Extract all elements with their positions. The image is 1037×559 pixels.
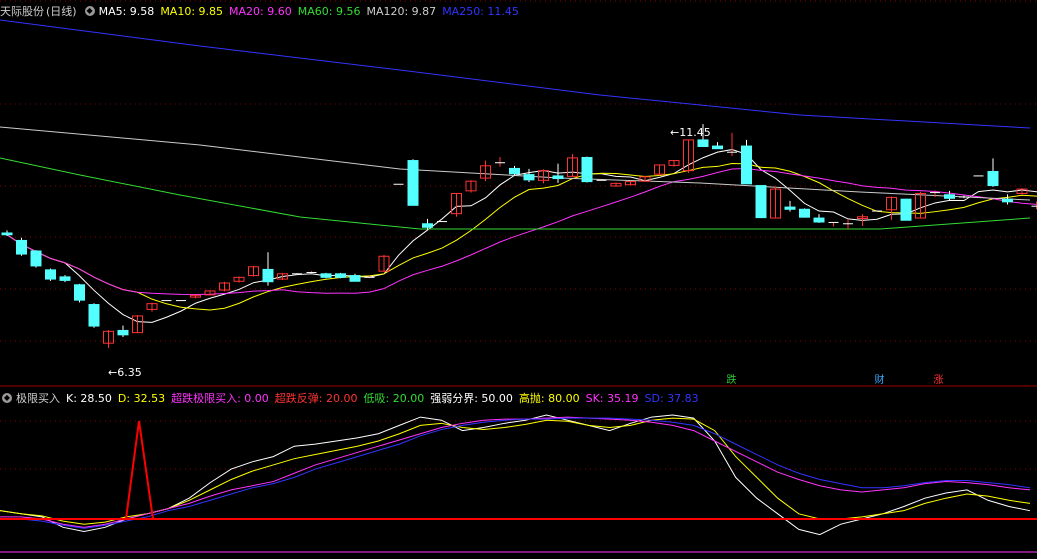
indicator-legend-item: D: 32.53 (117, 392, 166, 405)
indicator-legend-item: 高抛: 80.00 (518, 392, 580, 405)
candle-body (30, 250, 42, 267)
candle-body (509, 167, 520, 175)
candle-body (944, 194, 955, 199)
candle-body (335, 273, 346, 278)
candle-body (320, 273, 332, 278)
candle-body (407, 160, 419, 206)
k-line (0, 414, 1031, 536)
stock-period[interactable]: (日线) (46, 3, 77, 19)
event-tag[interactable]: 财 (873, 374, 886, 387)
ma-legend-item: MA20: 9.60 (229, 4, 292, 18)
ma-legend-item: MA120: 9.87 (366, 4, 437, 18)
candle-body (262, 268, 274, 283)
candle-body (117, 329, 129, 336)
candle-body (813, 217, 825, 223)
indicator-lines (0, 414, 1037, 536)
indicator-legend-item: 超跌极限买入: 0.00 (171, 392, 269, 405)
ma20-line (6, 168, 1037, 295)
indicator-legend-item: SK: 35.19 (585, 392, 639, 405)
candle-body (755, 185, 767, 219)
ma-legend: MA5: 9.58 MA10: 9.85 MA20: 9.60 MA60: 9.56 M… (99, 5, 525, 18)
sk-line (0, 416, 1031, 528)
indicator-legend-item: 超跌反弹: 20.00 (274, 392, 358, 405)
candle-body (1002, 198, 1013, 203)
ma120-line (0, 126, 1031, 201)
indicator-legend-item: 强弱分界: 50.00 (430, 392, 513, 405)
candle-body (712, 145, 723, 150)
candle-body (59, 276, 71, 281)
ma-legend-item: MA5: 9.58 (98, 4, 155, 18)
settings-icon[interactable]: ◆ (84, 6, 95, 16)
ma-legend-item: MA250: 11.45 (442, 4, 519, 18)
settings-icon[interactable]: ◆ (2, 393, 12, 403)
indicator-legend-item: K: 28.50 (66, 392, 112, 405)
ma250-line (0, 19, 1031, 129)
indicator-name[interactable]: 极限买入 (16, 390, 60, 406)
candle-body (88, 304, 100, 327)
candle-body (74, 284, 85, 301)
indicator-legend: K: 28.50 D: 32.53 超跌极限买入: 0.00 超跌反弹: 20.00 低… (66, 390, 705, 406)
stock-chart[interactable]: ←11.45 ←6.35 (0, 0, 1037, 559)
candle-body (45, 269, 56, 280)
d-line (0, 417, 1031, 525)
candle-body (799, 208, 810, 218)
ma-legend-item: MA10: 9.85 (160, 4, 224, 18)
candle-body (552, 175, 564, 180)
high-price-label: ←11.45 (670, 126, 711, 139)
ma10-line (6, 162, 1037, 311)
price-panel-header: 天际股份 (日线) ◆ MA5: 9.58 MA10: 9.85 MA20: 9.6… (0, 2, 525, 20)
grid-lines (0, 0, 1037, 553)
stock-name[interactable]: 天际股份 (0, 3, 44, 19)
candle-body (349, 275, 361, 282)
indicator-legend-item: 低吸: 20.00 (363, 392, 425, 405)
candle-body (697, 139, 709, 147)
candle-body (741, 145, 752, 185)
candle-body (987, 171, 999, 187)
indicator-legend-item: SD: 37.83 (644, 392, 699, 405)
event-tag[interactable]: 跌 (725, 374, 738, 387)
candle-body (581, 156, 593, 183)
candle-body (422, 223, 433, 228)
event-tag[interactable]: 涨 (932, 374, 945, 387)
candle-body (784, 206, 796, 210)
candle-body (16, 239, 27, 255)
low-price-label: ←6.35 (108, 366, 142, 379)
ma-legend-item: MA60: 9.56 (297, 4, 361, 18)
indicator-panel-header: ◆ 极限买入 K: 28.50 D: 32.53 超跌极限买入: 0.00 超跌反弹:… (0, 389, 705, 407)
candle-body (1, 232, 13, 236)
candle-body (900, 198, 912, 221)
extreme-buy-line (0, 420, 1037, 520)
candle-body (523, 174, 535, 181)
candlesticks (1, 124, 1037, 348)
